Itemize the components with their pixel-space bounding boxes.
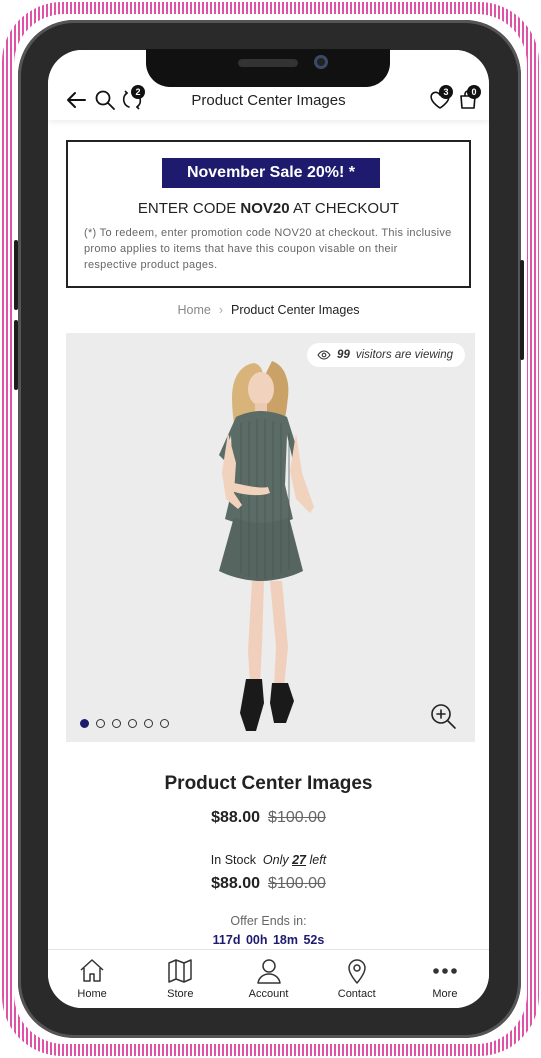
eye-icon: [317, 350, 331, 360]
promo-code: NOV20: [240, 200, 290, 217]
product-name: Product Center Images: [164, 773, 373, 794]
sale-banner: November Sale 20%! *: [162, 158, 380, 188]
nav-item-more[interactable]: More: [401, 950, 489, 1008]
cart-count-badge: 0: [467, 85, 481, 99]
gallery-dot[interactable]: [80, 719, 89, 728]
more-dots-icon: [433, 968, 457, 974]
wishlist-count-badge: 3: [439, 85, 453, 99]
user-icon: [256, 959, 281, 984]
gallery-dot[interactable]: [144, 719, 153, 728]
screen: 2 Product Center Images 3 0 November Sal…: [48, 50, 489, 1008]
product-image: [66, 333, 475, 742]
product-compare-price: $100.00: [268, 809, 326, 826]
nav-label-home: Home: [77, 988, 107, 1000]
visitors-text: visitors are viewing: [355, 349, 453, 361]
stock-status: In Stock Only 27 left: [48, 853, 489, 867]
product-price-row-2: $88.00 $100.00: [48, 875, 489, 893]
gallery-dot[interactable]: [112, 719, 121, 728]
volume-down-button: [14, 320, 18, 390]
stock-label: In Stock: [210, 853, 256, 867]
product-image-gallery[interactable]: 99 visitors are viewing: [66, 333, 475, 742]
front-camera-icon: [314, 55, 328, 69]
promo-code-suffix: AT CHECKOUT: [289, 200, 400, 217]
speaker-grille: [238, 59, 298, 67]
visitors-viewing-badge: 99 visitors are viewing: [307, 343, 465, 367]
volume-up-button: [14, 240, 18, 310]
phone-notch: [146, 49, 390, 87]
breadcrumb-home-link[interactable]: Home: [177, 303, 210, 317]
nav-label-contact: Contact: [337, 988, 376, 1000]
nav-label-store: Store: [167, 988, 194, 1000]
page-title: Product Center Images: [191, 92, 346, 109]
stock-only: Only: [262, 853, 289, 867]
nav-item-home[interactable]: Home: [48, 950, 136, 1008]
offer-ends-label: Offer Ends in:: [230, 914, 307, 928]
bottom-navigation: Home Store Account Contact More: [48, 949, 489, 1008]
product-price: $88.00: [211, 809, 261, 826]
product-compare-price-2: $100.00: [268, 875, 326, 892]
nav-label-more: More: [432, 988, 458, 1000]
gallery-pagination: [80, 719, 169, 728]
map-icon: [168, 959, 193, 983]
breadcrumb: Home › Product Center Images: [48, 303, 489, 317]
promo-code-line: ENTER CODE NOV20 AT CHECKOUT: [68, 200, 469, 217]
location-pin-icon: [347, 959, 366, 984]
promo-box: November Sale 20%! * ENTER CODE NOV20 AT…: [66, 140, 471, 288]
countdown-timer: 117d 00h 18m 52s: [212, 933, 325, 947]
gallery-dot[interactable]: [160, 719, 169, 728]
visitors-count: 99: [337, 349, 350, 361]
gallery-dot[interactable]: [128, 719, 137, 728]
breadcrumb-current: Product Center Images: [230, 303, 360, 317]
stock-quantity: 27: [292, 853, 307, 867]
power-button: [520, 260, 524, 360]
home-icon: [80, 959, 104, 982]
promo-code-prefix: ENTER CODE: [137, 200, 241, 217]
gallery-dot[interactable]: [96, 719, 105, 728]
stock-left: left: [309, 853, 327, 867]
product-price-row: $88.00 $100.00: [48, 809, 489, 827]
product-price-2: $88.00: [211, 875, 261, 892]
zoom-in-icon[interactable]: [429, 702, 457, 730]
nav-item-store[interactable]: Store: [136, 950, 224, 1008]
promo-note: (*) To redeem, enter promotion code NOV2…: [84, 227, 452, 271]
nav-item-contact[interactable]: Contact: [313, 950, 401, 1008]
breadcrumb-separator-icon: ›: [218, 303, 223, 317]
nav-label-account: Account: [248, 988, 289, 1000]
nav-item-account[interactable]: Account: [224, 950, 312, 1008]
